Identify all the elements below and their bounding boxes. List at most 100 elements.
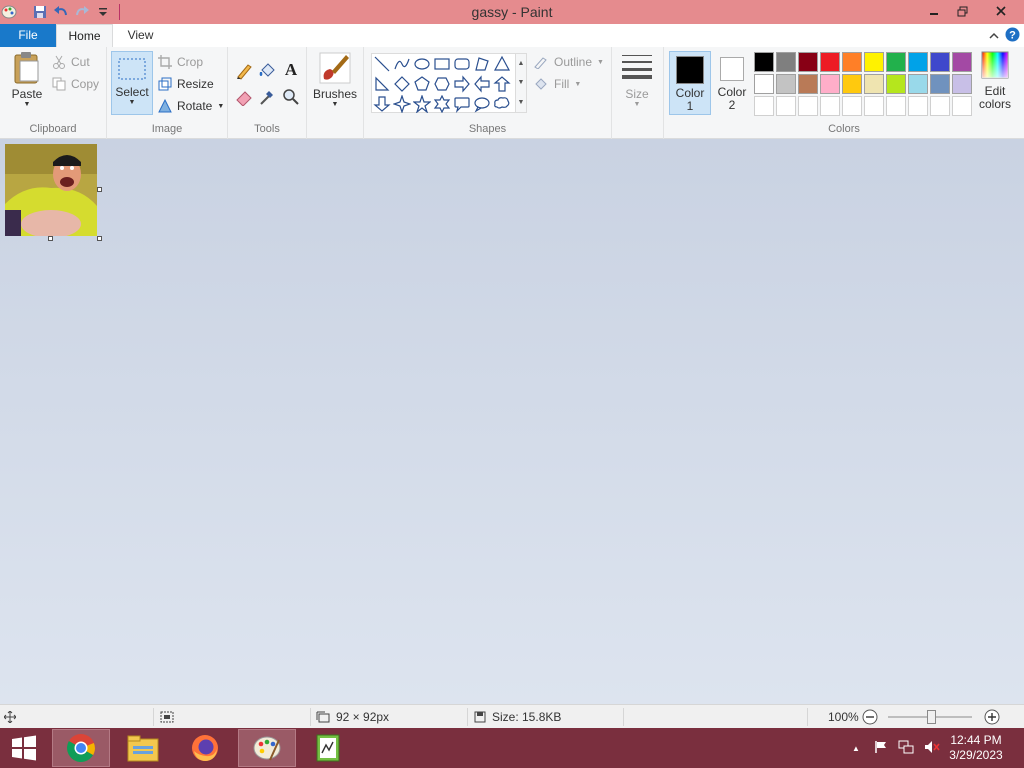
palette-swatch-2-7[interactable] [886,74,906,94]
palette-swatch-2-2[interactable] [776,74,796,94]
scroll-up-icon[interactable]: ▲ [518,60,525,67]
palette-swatch-1-7[interactable] [886,52,906,72]
brushes-button[interactable]: Brushes ▼ [313,51,357,109]
fill-dropdown-arrow-icon[interactable]: ▼ [574,81,581,88]
shapes-gallery-scroller[interactable]: ▲ ▼ ▼ [515,53,527,113]
palette-swatch-1-3[interactable] [798,52,818,72]
oval-callout-shape-icon[interactable] [472,94,492,114]
edit-colors-button[interactable]: Edit colors [975,51,1015,111]
six-point-star-shape-icon[interactable] [432,94,452,114]
palette-swatch-2-8[interactable] [908,74,928,94]
palette-swatch-1-6[interactable] [864,52,884,72]
cloud-callout-shape-icon[interactable] [492,94,512,114]
help-icon[interactable]: ? [1005,27,1020,45]
copy-button[interactable]: Copy [52,75,99,93]
palette-swatch-1-4[interactable] [820,52,840,72]
expand-gallery-icon[interactable]: ▼ [518,99,525,106]
palette-swatch-3-6[interactable] [864,96,884,116]
show-hidden-icons-icon[interactable]: ▲ [852,744,860,753]
four-point-star-shape-icon[interactable] [392,94,412,114]
five-point-star-shape-icon[interactable] [412,94,432,114]
pencil-icon[interactable] [234,61,254,81]
oval-shape-icon[interactable] [412,54,432,74]
start-button[interactable] [0,728,48,768]
size-button[interactable]: Size ▼ [618,51,656,109]
select-button[interactable]: Select ▼ [111,51,153,115]
palette-swatch-3-2[interactable] [776,96,796,116]
palette-swatch-2-4[interactable] [820,74,840,94]
close-button[interactable] [977,0,1024,22]
zoom-slider-thumb[interactable] [927,710,936,724]
right-arrow-shape-icon[interactable] [452,74,472,94]
canvas-image[interactable] [5,144,97,236]
palette-swatch-3-7[interactable] [886,96,906,116]
resize-handle-corner[interactable] [97,236,102,241]
diamond-shape-icon[interactable] [392,74,412,94]
resize-button[interactable]: Resize [158,75,214,93]
palette-swatch-2-9[interactable] [930,74,950,94]
scroll-down-icon[interactable]: ▼ [518,79,525,86]
palette-swatch-2-10[interactable] [952,74,972,94]
palette-swatch-3-3[interactable] [798,96,818,116]
hexagon-shape-icon[interactable] [432,74,452,94]
palette-swatch-1-1[interactable] [754,52,774,72]
text-tool-icon[interactable]: A [281,60,301,80]
tab-view[interactable]: View [113,24,168,47]
brushes-dropdown-arrow-icon[interactable]: ▼ [332,101,339,109]
taskbar-notepad[interactable] [300,729,358,767]
palette-swatch-2-1[interactable] [754,74,774,94]
color-2-selector[interactable]: Color 2 [711,51,753,115]
palette-swatch-1-9[interactable] [930,52,950,72]
fill-button[interactable]: Fill ▼ [533,75,581,93]
palette-swatch-1-8[interactable] [908,52,928,72]
left-arrow-shape-icon[interactable] [472,74,492,94]
collapse-ribbon-icon[interactable] [989,29,999,43]
palette-swatch-1-5[interactable] [842,52,862,72]
crop-button[interactable]: Crop [158,53,203,71]
minimize-button[interactable] [919,0,948,22]
color-picker-icon[interactable] [257,87,277,107]
rounded-rectangle-shape-icon[interactable] [452,54,472,74]
fill-bucket-icon[interactable] [257,61,277,81]
palette-swatch-3-5[interactable] [842,96,862,116]
select-dropdown-arrow-icon[interactable]: ▼ [129,99,136,107]
polygon-shape-icon[interactable] [472,54,492,74]
zoom-in-button[interactable] [984,709,1000,725]
taskbar-file-explorer[interactable] [114,729,172,767]
palette-swatch-3-8[interactable] [908,96,928,116]
volume-muted-icon[interactable] [924,740,940,757]
up-arrow-shape-icon[interactable] [492,74,512,94]
taskbar-paint[interactable] [238,729,296,767]
outline-dropdown-arrow-icon[interactable]: ▼ [597,59,604,66]
color-1-selector[interactable]: Color 1 [669,51,711,115]
restore-button[interactable] [948,0,977,22]
size-dropdown-arrow-icon[interactable]: ▼ [634,101,641,109]
cut-button[interactable]: Cut [52,53,90,71]
rotate-button[interactable]: Rotate ▼ [158,97,224,115]
palette-swatch-2-6[interactable] [864,74,884,94]
resize-handle-right[interactable] [97,187,102,192]
magnifier-icon[interactable] [281,87,301,107]
palette-swatch-3-10[interactable] [952,96,972,116]
right-triangle-shape-icon[interactable] [372,74,392,94]
resize-handle-bottom[interactable] [48,236,53,241]
zoom-out-button[interactable] [862,709,878,725]
eraser-icon[interactable] [234,87,254,107]
network-icon[interactable] [898,740,914,757]
curve-shape-icon[interactable] [392,54,412,74]
paste-button[interactable]: Paste ▼ [8,51,46,109]
tab-home[interactable]: Home [56,24,113,47]
taskbar-firefox[interactable] [176,729,234,767]
paste-dropdown-arrow-icon[interactable]: ▼ [24,101,31,109]
palette-swatch-2-5[interactable] [842,74,862,94]
palette-swatch-1-10[interactable] [952,52,972,72]
outline-button[interactable]: Outline ▼ [533,53,604,71]
triangle-shape-icon[interactable] [492,54,512,74]
rectangle-shape-icon[interactable] [432,54,452,74]
palette-swatch-3-1[interactable] [754,96,774,116]
line-shape-icon[interactable] [372,54,392,74]
palette-swatch-1-2[interactable] [776,52,796,72]
palette-swatch-3-9[interactable] [930,96,950,116]
action-center-flag-icon[interactable] [874,740,888,757]
palette-swatch-3-4[interactable] [820,96,840,116]
